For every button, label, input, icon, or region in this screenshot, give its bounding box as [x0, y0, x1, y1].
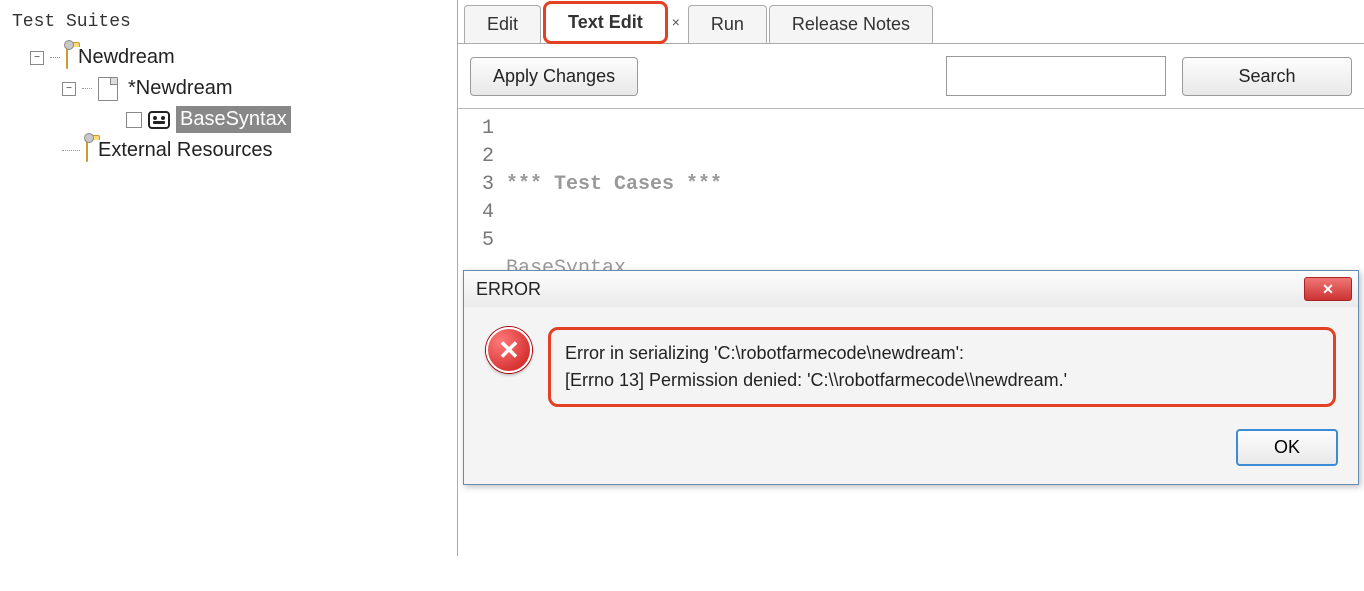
token-section: *** Test Cases ***: [506, 173, 722, 196]
tree-item-testcase[interactable]: BaseSyntax: [6, 104, 451, 135]
dialog-close-button[interactable]: ✕: [1304, 277, 1352, 301]
toolbar: Apply Changes Search: [458, 44, 1364, 109]
ok-button[interactable]: OK: [1236, 429, 1338, 466]
dialog-footer: OK: [464, 419, 1358, 484]
tab-run[interactable]: Run: [688, 5, 767, 43]
line-number: 3: [458, 171, 494, 199]
tab-label: Edit: [487, 14, 518, 35]
tab-edit[interactable]: Edit: [464, 5, 541, 43]
tree-label-root[interactable]: Newdream: [74, 44, 179, 71]
tree-label-suite[interactable]: *Newdream: [124, 75, 236, 102]
error-line-2: [Errno 13] Permission denied: 'C:\\robot…: [565, 367, 1319, 394]
tab-close-icon[interactable]: ×: [672, 14, 680, 30]
error-message: Error in serializing 'C:\robotfarmecode\…: [548, 327, 1336, 407]
error-dialog: ERROR ✕ ✕ Error in serializing 'C:\robot…: [463, 270, 1359, 485]
tab-label: Run: [711, 14, 744, 35]
tree-label-external[interactable]: External Resources: [94, 137, 277, 164]
tree-view: − Newdream − *Newdream BaseSyntax Extern…: [6, 42, 451, 166]
folder-icon: [66, 46, 68, 69]
tree-item-suite[interactable]: − *Newdream: [6, 73, 451, 104]
code-line: [506, 507, 1364, 535]
robot-icon: [148, 111, 170, 129]
line-number: 1: [458, 115, 494, 143]
tab-label: Release Notes: [792, 14, 910, 35]
tree-item-root[interactable]: − Newdream: [6, 42, 451, 73]
code-line: *** Test Cases ***: [506, 171, 1364, 199]
expander-icon[interactable]: −: [30, 51, 44, 65]
tree-connector: [62, 150, 80, 151]
search-input[interactable]: [946, 56, 1166, 96]
tree-connector: [50, 57, 60, 58]
tab-bar: Edit Text Edit × Run Release Notes: [458, 0, 1364, 44]
error-icon: ✕: [486, 327, 532, 373]
tab-text-edit[interactable]: Text Edit: [543, 1, 668, 44]
tab-release-notes[interactable]: Release Notes: [769, 5, 933, 43]
dialog-title: ERROR: [476, 279, 541, 300]
tree-connector: [82, 88, 92, 89]
sidebar-title: Test Suites: [6, 8, 451, 42]
folder-icon: [86, 139, 88, 162]
expander-icon[interactable]: −: [62, 82, 76, 96]
dialog-body: ✕ Error in serializing 'C:\robotfarmecod…: [464, 307, 1358, 419]
line-number: 5: [458, 227, 494, 255]
tab-label: Text Edit: [568, 12, 643, 33]
line-number: 4: [458, 199, 494, 227]
file-icon: [98, 77, 118, 101]
line-number: 2: [458, 143, 494, 171]
error-line-1: Error in serializing 'C:\robotfarmecode\…: [565, 340, 1319, 367]
sidebar: Test Suites − Newdream − *Newdream BaseS…: [0, 0, 458, 556]
search-button[interactable]: Search: [1182, 57, 1352, 96]
apply-changes-button[interactable]: Apply Changes: [470, 57, 638, 96]
main-panel: Edit Text Edit × Run Release Notes Apply…: [458, 0, 1364, 556]
tree-label-testcase[interactable]: BaseSyntax: [176, 106, 291, 133]
tree-item-external[interactable]: External Resources: [6, 135, 451, 166]
dialog-titlebar[interactable]: ERROR ✕: [464, 271, 1358, 307]
checkbox-icon[interactable]: [126, 112, 142, 128]
